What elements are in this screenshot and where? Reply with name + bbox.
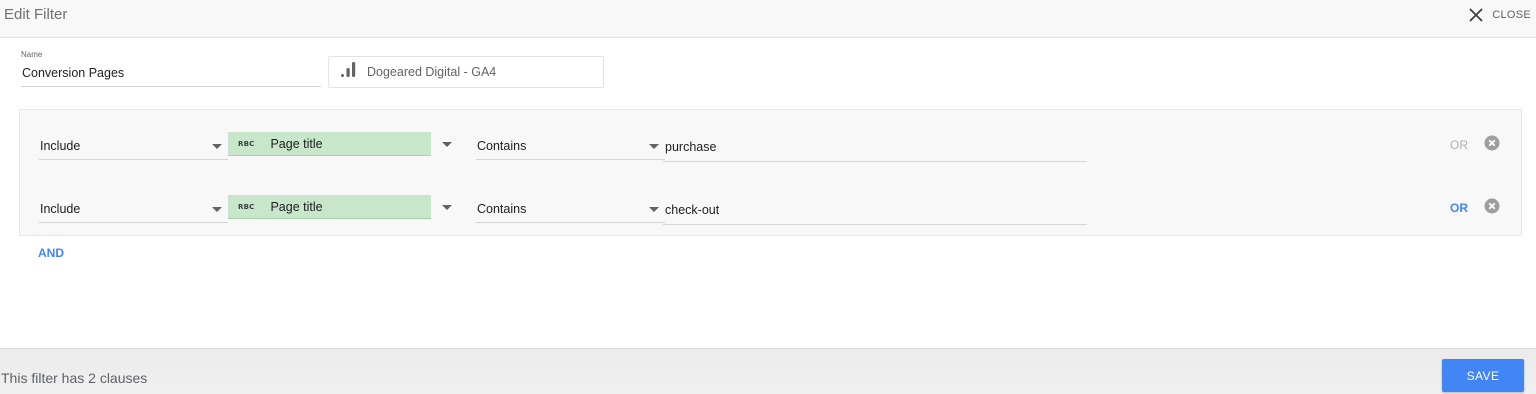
dropdown-arrow-icon bbox=[212, 144, 222, 149]
close-label: CLOSE bbox=[1492, 9, 1531, 21]
clause-row: Include RBC Page title Contains purchase… bbox=[20, 128, 1521, 168]
field-chip[interactable]: RBC Page title bbox=[228, 195, 431, 219]
clause-panel: Include RBC Page title Contains purchase… bbox=[19, 109, 1522, 236]
operator-select-value: Contains bbox=[477, 138, 527, 153]
dropdown-arrow-icon bbox=[212, 207, 222, 212]
remove-clause-icon[interactable] bbox=[1484, 135, 1500, 156]
and-button[interactable]: AND bbox=[38, 246, 64, 260]
operator-select[interactable]: Contains bbox=[476, 195, 665, 223]
operator-select-value: Contains bbox=[477, 201, 527, 216]
edit-filter-dialog: Edit Filter CLOSE Name Conversion Pages … bbox=[0, 0, 1536, 394]
dialog-footer: This filter has 2 clauses SAVE bbox=[0, 348, 1536, 394]
data-source-label: Dogeared Digital - GA4 bbox=[367, 65, 497, 79]
close-icon bbox=[1469, 8, 1483, 22]
bar-chart-icon bbox=[340, 61, 357, 83]
dropdown-arrow-icon bbox=[442, 142, 452, 147]
remove-clause-icon[interactable] bbox=[1484, 198, 1500, 219]
field-label: Page title bbox=[270, 199, 323, 214]
value-input[interactable]: check-out bbox=[663, 195, 1087, 225]
or-button[interactable]: OR bbox=[1450, 201, 1468, 215]
value-input[interactable]: purchase bbox=[663, 132, 1087, 162]
save-button[interactable]: SAVE bbox=[1442, 359, 1524, 392]
include-exclude-select[interactable]: Include bbox=[39, 132, 228, 160]
name-input[interactable]: Conversion Pages bbox=[22, 66, 124, 80]
include-select-value: Include bbox=[40, 138, 81, 153]
text-type-icon: RBC bbox=[238, 202, 255, 211]
clause-count-status: This filter has 2 clauses bbox=[1, 370, 148, 386]
field-select[interactable]: RBC Page title bbox=[228, 195, 476, 223]
name-field[interactable]: Name Conversion Pages bbox=[21, 50, 321, 87]
include-exclude-select[interactable]: Include bbox=[39, 195, 228, 223]
clause-row: Include RBC Page title Contains check-ou… bbox=[20, 191, 1521, 231]
dropdown-arrow-icon bbox=[649, 144, 659, 149]
data-source-selector[interactable]: Dogeared Digital - GA4 bbox=[328, 56, 604, 88]
dropdown-arrow-icon bbox=[649, 207, 659, 212]
name-caption: Name bbox=[21, 50, 43, 59]
include-select-value: Include bbox=[40, 201, 81, 216]
or-button[interactable]: OR bbox=[1450, 138, 1468, 152]
field-select[interactable]: RBC Page title bbox=[228, 132, 476, 160]
close-button[interactable]: CLOSE bbox=[1469, 5, 1531, 25]
dropdown-arrow-icon bbox=[442, 205, 452, 210]
dialog-title: Edit Filter bbox=[4, 6, 68, 23]
text-type-icon: RBC bbox=[238, 139, 255, 148]
field-chip[interactable]: RBC Page title bbox=[228, 132, 431, 156]
dialog-header: Edit Filter CLOSE bbox=[0, 0, 1536, 38]
operator-select[interactable]: Contains bbox=[476, 132, 665, 160]
field-label: Page title bbox=[270, 136, 323, 151]
